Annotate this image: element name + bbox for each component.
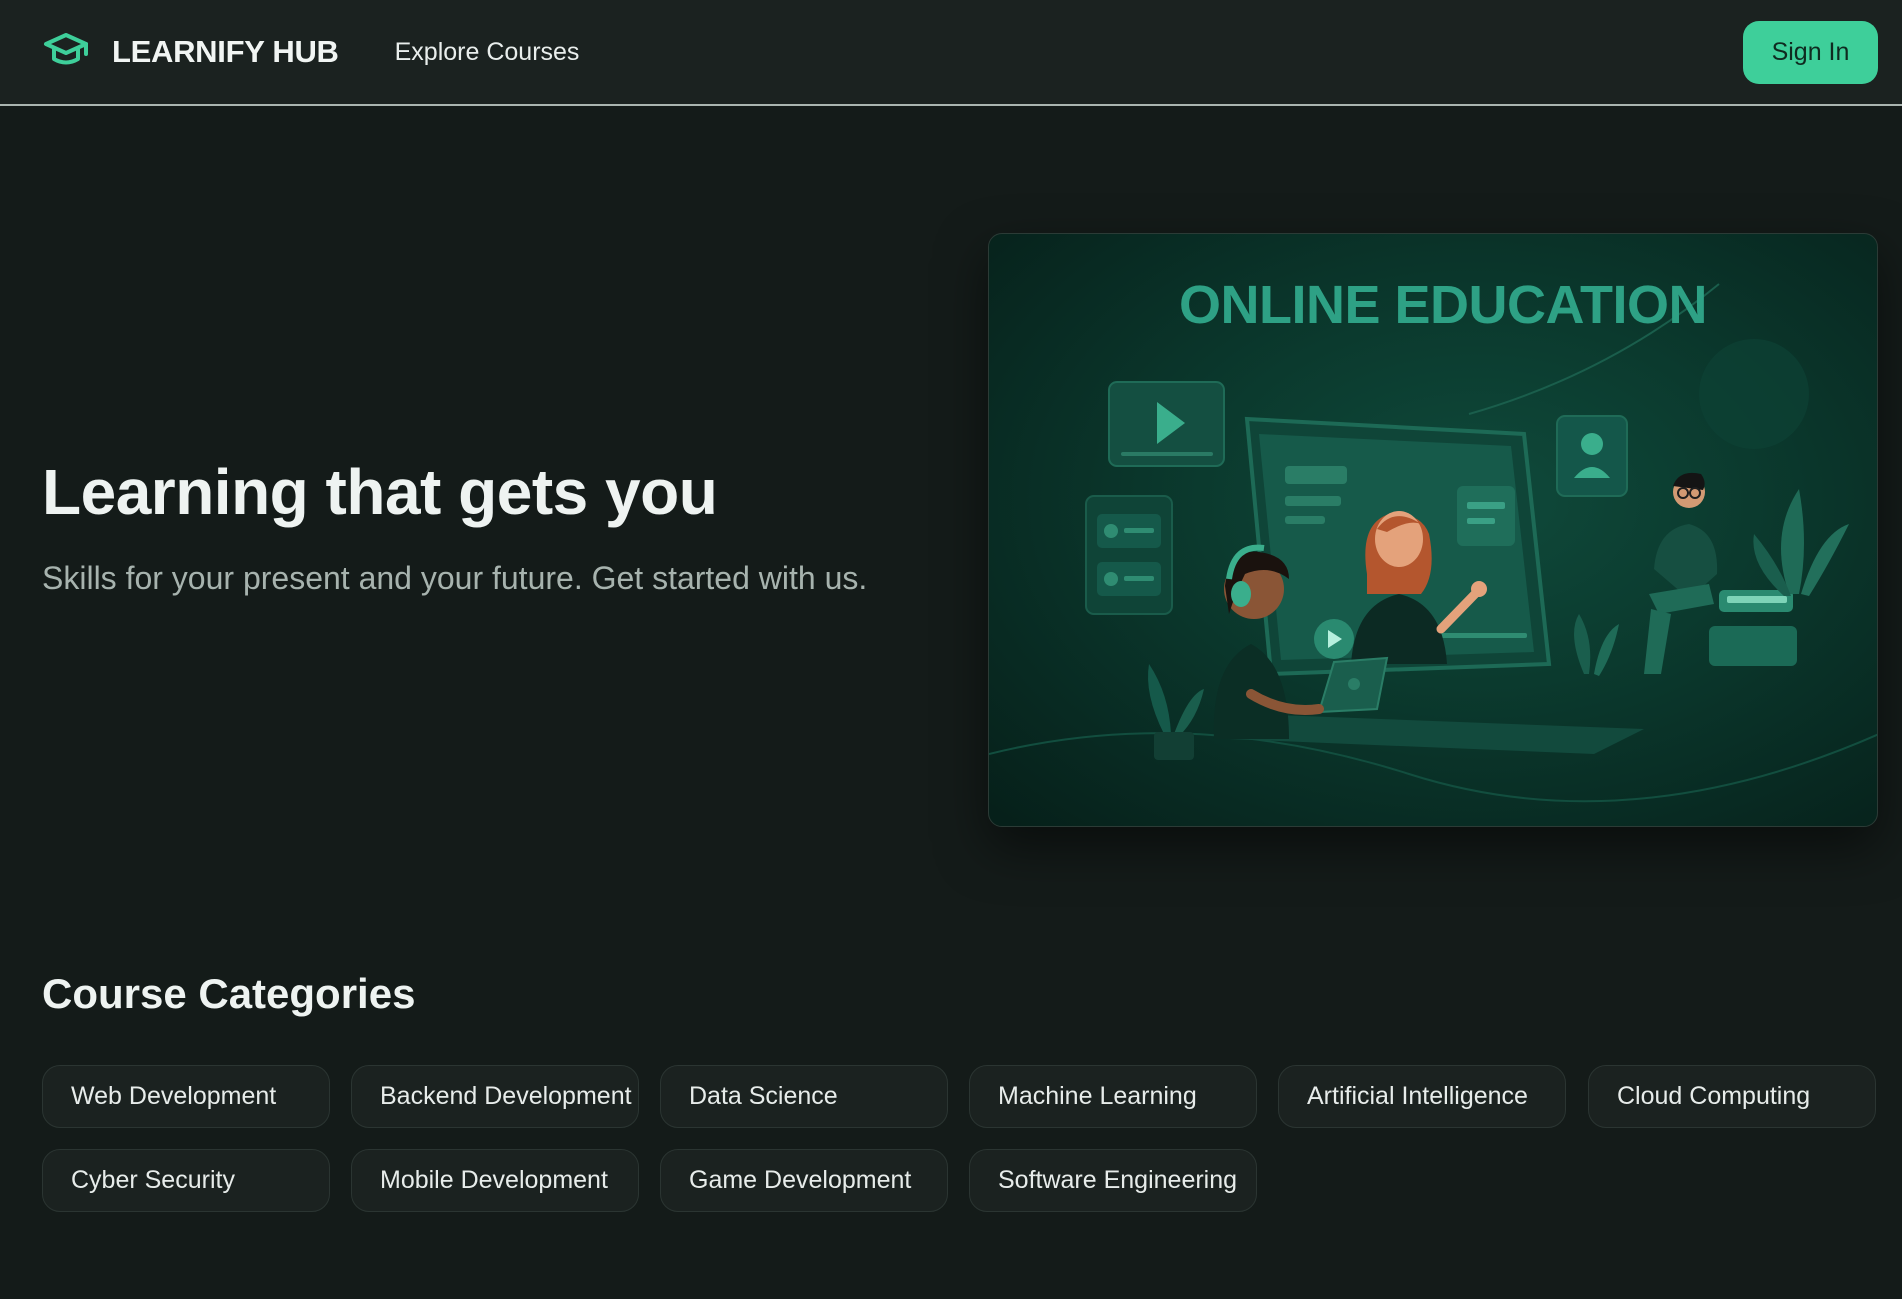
category-chip-game-development[interactable]: Game Development xyxy=(660,1149,948,1212)
category-chip-machine-learning[interactable]: Machine Learning xyxy=(969,1065,1257,1128)
category-chip-cyber-security[interactable]: Cyber Security xyxy=(42,1149,330,1212)
nav-explore-courses[interactable]: Explore Courses xyxy=(395,38,580,67)
graduation-cap-icon xyxy=(42,30,90,75)
sign-in-button[interactable]: Sign In xyxy=(1743,21,1878,84)
category-chip-artificial-intelligence[interactable]: Artificial Intelligence xyxy=(1278,1065,1566,1128)
category-chip-backend-development[interactable]: Backend Development xyxy=(351,1065,639,1128)
online-education-title: ONLINE EDUCATION xyxy=(1179,275,1708,335)
category-chip-mobile-development[interactable]: Mobile Development xyxy=(351,1149,639,1212)
hero-title: Learning that gets you xyxy=(42,456,718,528)
course-categories-title: Course Categories xyxy=(42,970,416,1017)
brand-logo[interactable]: LEARNIFY HUB xyxy=(42,30,339,75)
category-chip-software-engineering[interactable]: Software Engineering xyxy=(969,1149,1257,1212)
brand-name: LEARNIFY HUB xyxy=(112,34,339,69)
hero-subtitle: Skills for your present and your future.… xyxy=(42,560,868,596)
category-chip-data-science[interactable]: Data Science xyxy=(660,1065,948,1128)
category-chip-cloud-computing[interactable]: Cloud Computing xyxy=(1588,1065,1876,1128)
category-chip-web-development[interactable]: Web Development xyxy=(42,1065,330,1128)
top-navbar: LEARNIFY HUB Explore Courses Sign In xyxy=(0,0,1902,106)
hero-illustration: ONLINE EDUCATION xyxy=(988,233,1878,827)
